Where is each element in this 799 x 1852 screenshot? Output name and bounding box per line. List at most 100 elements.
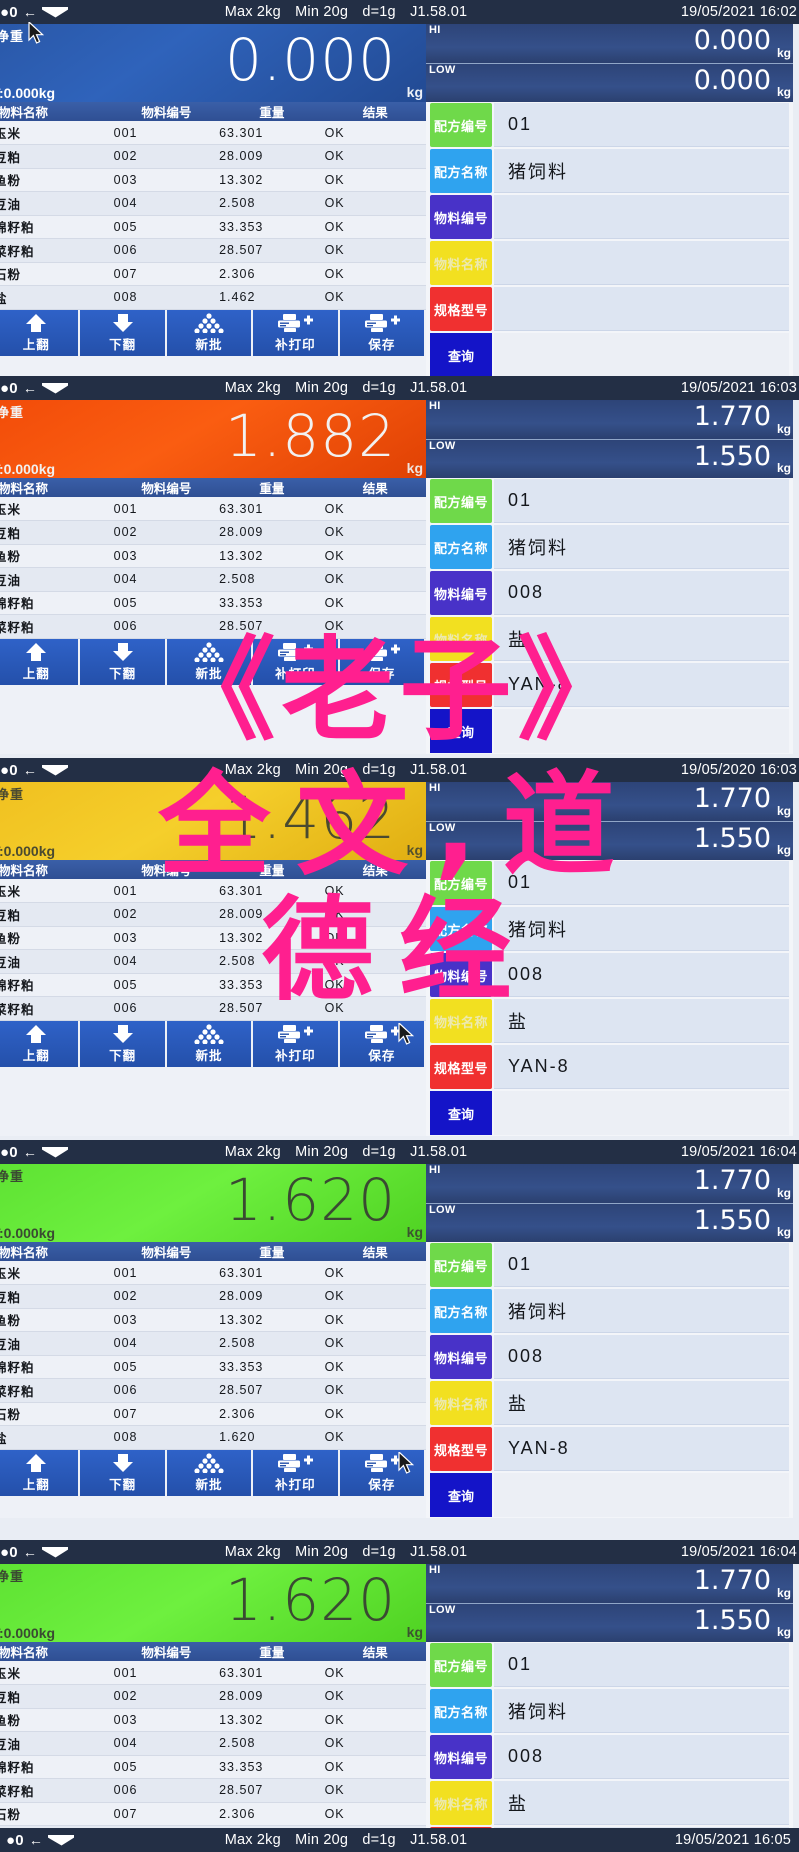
query-button[interactable]: 查询 bbox=[430, 1473, 492, 1517]
page-down-button[interactable]: 下翻 bbox=[80, 638, 165, 685]
field-label-spec-model[interactable]: 规格型号 bbox=[430, 663, 492, 707]
table-row[interactable]: 豆油 004 2.508 OK bbox=[0, 1731, 426, 1756]
field-label-material-code[interactable]: 物料编号 bbox=[430, 953, 492, 997]
new-batch-button[interactable]: 新批 bbox=[166, 309, 252, 356]
table-row[interactable]: 菜籽粕 006 28.507 OK bbox=[0, 238, 426, 263]
field-label-recipe-code[interactable]: 配方编号 bbox=[430, 479, 492, 523]
field-value-material-name[interactable]: 盐 bbox=[494, 1381, 789, 1425]
field-value-recipe-name[interactable]: 猪饲料 bbox=[494, 149, 789, 193]
field-label-material-name[interactable]: 物料名称 bbox=[28, 22, 492, 285]
table-row[interactable]: 豆粕 002 28.009 OK bbox=[0, 144, 426, 169]
page-up-button[interactable]: 上翻 bbox=[0, 1020, 79, 1067]
reprint-button[interactable]: 补打印 bbox=[253, 1020, 338, 1067]
page-down-button[interactable]: 下翻 bbox=[80, 309, 165, 356]
field-value-material-name[interactable]: 盐 bbox=[494, 1781, 789, 1825]
field-label-material-name[interactable]: 物料名称 bbox=[430, 1781, 492, 1825]
field-label-recipe-name[interactable]: 配方名称 bbox=[430, 907, 492, 951]
field-value-material-name[interactable]: 盐 bbox=[494, 617, 789, 661]
field-value-spec-model[interactable]: YAN-8 bbox=[494, 1045, 789, 1089]
table-row[interactable]: 鱼粉 003 13.302 OK bbox=[0, 1308, 426, 1332]
table-row[interactable]: 豆粕 002 28.009 OK bbox=[0, 1684, 426, 1709]
field-value-spec-model[interactable] bbox=[494, 287, 789, 331]
table-row[interactable]: 玉米 001 63.301 OK bbox=[0, 879, 426, 903]
field-label-recipe-name[interactable]: 配方名称 bbox=[430, 525, 492, 569]
field-label-material-name[interactable]: 物料名称 bbox=[430, 1381, 492, 1425]
field-label-spec-model[interactable]: 规格型号 bbox=[430, 287, 492, 331]
table-row[interactable]: 鱼粉 003 13.302 OK bbox=[0, 168, 426, 192]
field-value-material-code[interactable]: 008 bbox=[494, 953, 789, 997]
save-button[interactable]: 保存 bbox=[339, 1449, 425, 1496]
page-up-button[interactable]: 上翻 bbox=[0, 1449, 79, 1496]
save-button[interactable]: 保存 bbox=[339, 1020, 425, 1067]
field-value-recipe-code[interactable]: 01 bbox=[494, 1643, 789, 1687]
table-row[interactable]: 玉米 001 63.301 OK bbox=[0, 121, 426, 145]
field-label-recipe-code[interactable]: 配方编号 bbox=[430, 103, 492, 147]
save-button[interactable]: 保存 bbox=[339, 638, 425, 685]
new-batch-button[interactable]: 新批 bbox=[166, 638, 252, 685]
page-down-button[interactable]: 下翻 bbox=[80, 1449, 165, 1496]
field-label-material-code[interactable]: 物料编号 bbox=[430, 1335, 492, 1379]
save-button[interactable]: 保存 bbox=[339, 309, 425, 356]
table-row[interactable]: 菜籽粕 006 28.507 OK bbox=[0, 614, 426, 639]
table-row[interactable]: 豆油 004 2.508 OK bbox=[0, 567, 426, 592]
field-value-recipe-code[interactable]: 01 bbox=[494, 1243, 789, 1287]
query-button[interactable]: 查询 bbox=[430, 709, 492, 753]
table-row[interactable]: 玉米 001 63.301 OK bbox=[0, 497, 426, 521]
table-row[interactable]: 豆粕 002 28.009 OK bbox=[0, 520, 426, 545]
table-row[interactable]: 棉籽粕 005 33.353 OK bbox=[0, 591, 426, 615]
field-label-recipe-name[interactable]: 配方名称 bbox=[430, 1289, 492, 1333]
table-row[interactable]: 棉籽粕 005 33.353 OK bbox=[0, 215, 426, 239]
field-label-material-code[interactable]: 物料编号 bbox=[430, 195, 492, 239]
field-value-recipe-code[interactable]: 01 bbox=[494, 861, 789, 905]
table-row[interactable]: 豆油 004 2.508 OK bbox=[0, 1331, 426, 1356]
reprint-button[interactable]: 补打印 bbox=[253, 1449, 338, 1496]
table-row[interactable]: 棉籽粕 005 33.353 OK bbox=[0, 973, 426, 997]
table-row[interactable]: 菜籽粕 006 28.507 OK bbox=[0, 996, 426, 1021]
field-value-material-name[interactable]: 盐 bbox=[494, 999, 789, 1043]
table-row[interactable]: 石粉 007 2.306 OK bbox=[0, 1802, 426, 1826]
table-row[interactable]: 盐 008 1.620 OK bbox=[0, 1425, 426, 1450]
field-label-recipe-code[interactable]: 配方编号 bbox=[430, 861, 492, 905]
field-value-material-code[interactable]: 008 bbox=[494, 1735, 789, 1779]
field-value-recipe-code[interactable]: 01 bbox=[494, 103, 789, 147]
query-button[interactable]: 查询 bbox=[430, 1091, 492, 1135]
field-value-material-code[interactable] bbox=[494, 195, 789, 239]
table-row[interactable]: 棉籽粕 005 33.353 OK bbox=[0, 1355, 426, 1379]
table-row[interactable]: 玉米 001 63.301 OK bbox=[0, 1261, 426, 1285]
table-row[interactable]: 菜籽粕 006 28.507 OK bbox=[0, 1778, 426, 1803]
field-value-material-code[interactable]: 008 bbox=[494, 1335, 789, 1379]
field-label-material-name[interactable]: 物料名称 bbox=[430, 999, 492, 1043]
table-row[interactable]: 豆粕 002 28.009 OK bbox=[0, 1284, 426, 1309]
table-row[interactable]: 石粉 007 2.306 OK bbox=[0, 262, 426, 286]
reprint-button[interactable]: 补打印 bbox=[253, 309, 338, 356]
field-value-recipe-code[interactable]: 01 bbox=[494, 479, 789, 523]
field-value-spec-model[interactable]: YAN-8 bbox=[494, 1427, 789, 1471]
table-row[interactable]: 菜籽粕 006 28.507 OK bbox=[0, 1378, 426, 1403]
field-value-spec-model[interactable]: YAN-8 bbox=[494, 663, 789, 707]
page-up-button[interactable]: 上翻 bbox=[0, 309, 79, 356]
table-row[interactable]: 鱼粉 003 13.302 OK bbox=[0, 544, 426, 568]
field-value-recipe-name[interactable]: 猪饲料 bbox=[494, 1689, 789, 1733]
field-label-material-code[interactable]: 物料编号 bbox=[430, 571, 492, 615]
table-row[interactable]: 豆油 004 2.508 OK bbox=[0, 191, 426, 216]
table-row[interactable]: 玉米 001 63.301 OK bbox=[0, 1661, 426, 1685]
table-row[interactable]: 豆油 004 2.508 OK bbox=[0, 949, 426, 974]
new-batch-button[interactable]: 新批 bbox=[166, 1449, 252, 1496]
field-label-spec-model[interactable]: 规格型号 bbox=[430, 1045, 492, 1089]
field-label-recipe-code[interactable]: 配方编号 bbox=[430, 1643, 492, 1687]
field-value-material-name[interactable] bbox=[494, 241, 789, 285]
field-value-material-code[interactable]: 008 bbox=[494, 571, 789, 615]
table-row[interactable]: 鱼粉 003 13.302 OK bbox=[0, 926, 426, 950]
field-label-spec-model[interactable]: 规格型号 bbox=[430, 1427, 492, 1471]
new-batch-button[interactable]: 新批 bbox=[166, 1020, 252, 1067]
table-row[interactable]: 石粉 007 2.306 OK bbox=[0, 1402, 426, 1426]
field-label-material-code[interactable]: 物料编号 bbox=[430, 1735, 492, 1779]
field-label-recipe-name[interactable]: 配方名称 bbox=[430, 1689, 492, 1733]
field-value-recipe-name[interactable]: 猪饲料 bbox=[494, 907, 789, 951]
page-up-button[interactable]: 上翻 bbox=[0, 638, 79, 685]
field-value-recipe-name[interactable]: 猪饲料 bbox=[494, 1289, 789, 1333]
table-row[interactable]: 鱼粉 003 13.302 OK bbox=[0, 1708, 426, 1732]
table-row[interactable]: 棉籽粕 005 33.353 OK bbox=[0, 1755, 426, 1779]
field-label-recipe-name[interactable]: 配方名称 bbox=[430, 149, 492, 193]
table-row[interactable]: 豆粕 002 28.009 OK bbox=[0, 902, 426, 927]
